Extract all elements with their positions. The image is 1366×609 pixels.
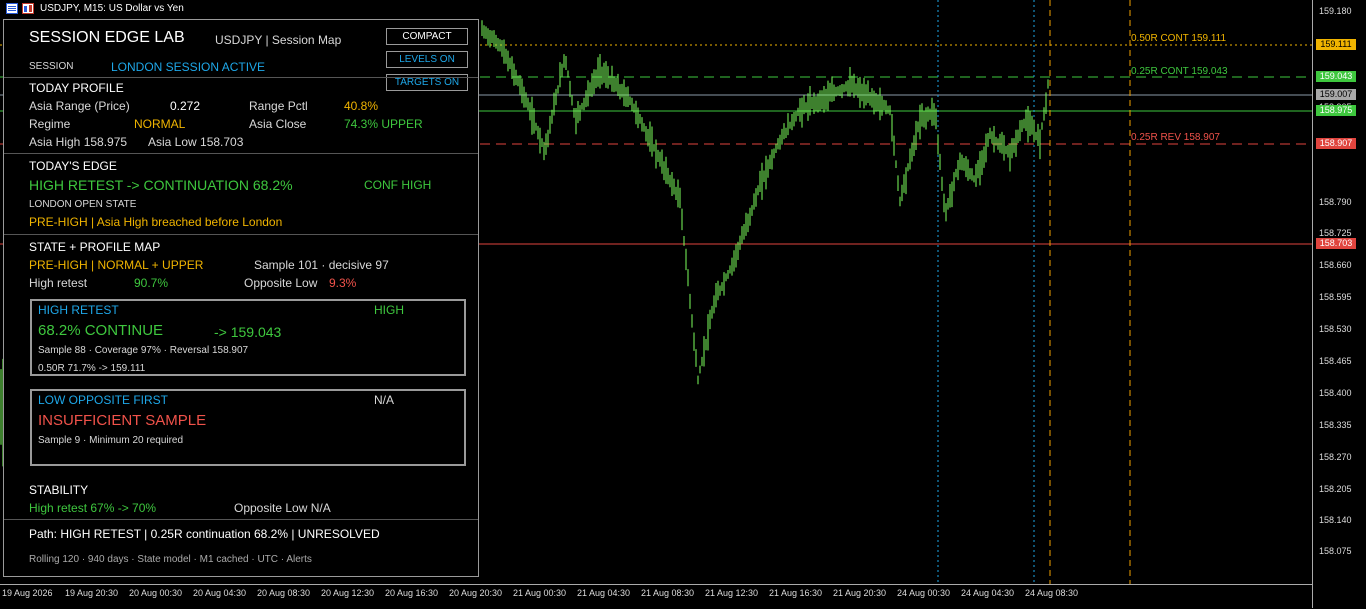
time-tick-label: 20 Aug 00:30 [129,588,183,598]
chart-title: USDJPY, M15: US Dollar vs Yen [40,2,184,14]
card-detail-2: 0.50R 71.7% -> 159.111 [38,363,146,374]
time-tick-label: 20 Aug 04:30 [193,588,247,598]
opposite-low-label: Opposite Low [244,276,318,290]
levels-toggle-button[interactable]: LEVELS ON [386,51,468,68]
confidence-badge: CONF HIGH [364,178,432,192]
card-badge: N/A [374,393,395,407]
chart-grid-icon[interactable] [6,2,18,14]
session-edge-panel: SESSION EDGE LAB USDJPY | Session Map CO… [3,19,479,577]
london-open-state: PRE-HIGH | Asia High breached before Lon… [29,215,283,229]
price-level-tag: 158.907 [1316,138,1356,149]
todays-edge-header: TODAY'S EDGE [29,159,117,173]
high-retest-value: 90.7% [134,276,169,290]
time-tick-label: 20 Aug 12:30 [321,588,375,598]
price-level-tag: 158.703 [1316,238,1356,249]
regime-value: NORMAL [134,117,186,131]
low-opposite-card: LOW OPPOSITE FIRST N/A INSUFFICIENT SAMP… [30,389,466,466]
opposite-low-value: 9.3% [329,276,357,290]
card-title: HIGH RETEST [38,303,119,317]
time-tick-label: 21 Aug 08:30 [641,588,695,598]
price-tick-label: 158.595 [1319,292,1352,302]
chart-title-bar: USDJPY, M15: US Dollar vs Yen [0,0,1318,16]
card-main-value: 68.2% CONTINUE [38,322,164,339]
high-retest-card: HIGH RETEST HIGH 68.2% CONTINUE -> 159.0… [30,299,466,376]
price-tick-label: 158.790 [1319,197,1352,207]
time-tick-label: 20 Aug 08:30 [257,588,311,598]
panel-title: SESSION EDGE LAB [29,29,185,46]
price-level-tag: 159.007 [1316,89,1356,100]
price-tick-label: 158.725 [1319,228,1352,238]
asia-low-value: Asia Low 158.703 [148,135,244,149]
card-main-value: INSUFFICIENT SAMPLE [38,412,207,429]
card-detail: Sample 88 · Coverage 97% · Reversal 158.… [38,345,249,356]
high-retest-label: High retest [29,276,88,290]
time-tick-label: 24 Aug 00:30 [897,588,951,598]
price-tick-label: 158.075 [1319,546,1352,556]
level-line-label: 0.50R CONT 159.111 [1131,33,1227,44]
london-open-label: LONDON OPEN STATE [29,199,137,210]
asia-close-value: 74.3% UPPER [344,117,423,131]
time-axis[interactable]: 19 Aug 2026 19 Aug 20:30 20 Aug 00:30 20 Au… [0,584,1312,609]
price-tick-label: 158.140 [1319,515,1352,525]
session-label: SESSION [29,61,74,72]
price-tick-label: 158.270 [1319,452,1352,462]
price-level-tag: 159.111 [1316,39,1356,50]
time-tick-label: 21 Aug 20:30 [833,588,887,598]
divider [4,77,478,78]
card-title: LOW OPPOSITE FIRST [38,393,169,407]
time-tick-label: 24 Aug 08:30 [1025,588,1079,598]
compact-button[interactable]: COMPACT [386,28,468,45]
price-tick-label: 158.400 [1319,388,1352,398]
state-map-header: STATE + PROFILE MAP [29,240,161,254]
time-tick-label: 21 Aug 04:30 [577,588,631,598]
level-line-label: 0.25R REV 158.907 [1131,132,1220,143]
price-scale[interactable]: 159.180158.905158.790158.725158.660158.5… [1312,0,1366,608]
price-tick-label: 158.660 [1319,260,1352,270]
card-detail: Sample 9 · Minimum 20 required [38,435,184,446]
path-status: Path: HIGH RETEST | 0.25R continuation 6… [29,527,380,541]
chart-window-icon[interactable] [22,2,34,14]
price-tick-label: 158.465 [1319,356,1352,366]
time-tick-label: 24 Aug 04:30 [961,588,1015,598]
asia-close-label: Asia Close [249,117,307,131]
stability-header: STABILITY [29,483,89,497]
time-tick-label: 21 Aug 00:30 [513,588,567,598]
price-tick-label: 158.530 [1319,324,1352,334]
card-target: -> 159.043 [214,324,282,340]
time-tick-label: 20 Aug 20:30 [449,588,503,598]
panel-footer: Rolling 120 · 940 days · State model · M… [29,554,312,565]
price-tick-label: 159.180 [1319,6,1352,16]
asia-range-label: Asia Range (Price) [29,99,130,113]
state-profile: PRE-HIGH | NORMAL + UPPER [29,258,204,272]
stability-high-retest: High retest 67% -> 70% [29,501,157,515]
time-tick-label: 20 Aug 16:30 [385,588,439,598]
time-tick-label: 21 Aug 12:30 [705,588,759,598]
price-tick-label: 158.205 [1319,484,1352,494]
level-line-label: 0.25R CONT 159.043 [1131,66,1228,77]
range-pctl-label: Range Pctl [249,99,308,113]
price-level-tag: 158.975 [1316,105,1356,116]
time-tick-label: 21 Aug 16:30 [769,588,823,598]
divider [4,234,478,235]
time-tick-label: 19 Aug 20:30 [65,588,119,598]
asia-range-value: 0.272 [170,99,201,113]
panel-subtitle: USDJPY | Session Map [215,33,342,47]
session-status: LONDON SESSION ACTIVE [111,60,266,74]
stability-opposite-low: Opposite Low N/A [234,501,331,515]
today-profile-header: TODAY PROFILE [29,81,124,95]
time-tick-label: 19 Aug 2026 [2,588,53,598]
regime-label: Regime [29,117,71,131]
divider [4,153,478,154]
state-sample: Sample 101 · decisive 97 [254,258,389,272]
divider [4,519,478,520]
asia-high-value: Asia High 158.975 [29,135,128,149]
edge-signal: HIGH RETEST -> CONTINUATION 68.2% [29,177,293,193]
price-tick-label: 158.335 [1319,420,1352,430]
range-pctl-value: 40.8% [344,99,379,113]
price-level-tag: 159.043 [1316,71,1356,82]
card-badge: HIGH [374,303,404,317]
